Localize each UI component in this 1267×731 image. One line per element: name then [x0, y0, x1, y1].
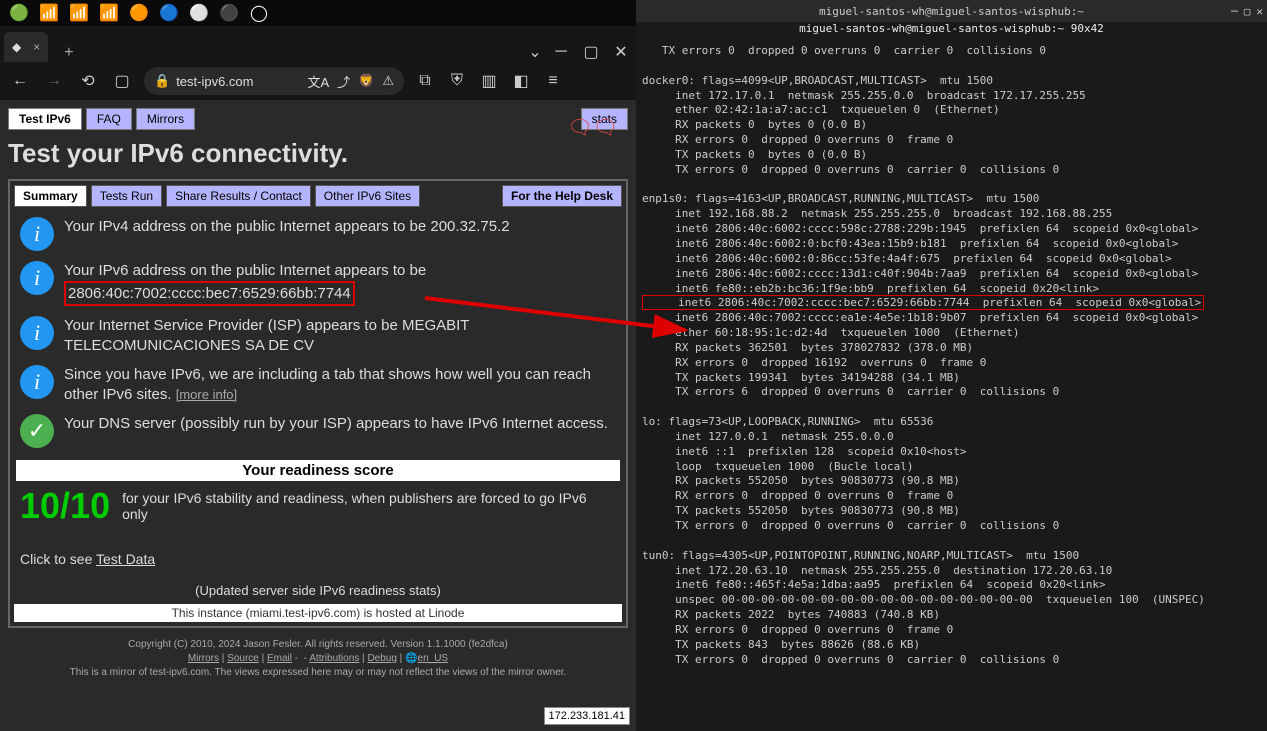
page-content: Test IPv6 FAQ Mirrors stats Test your IP…	[0, 100, 636, 688]
score-text: for your IPv6 stability and readiness, w…	[122, 490, 616, 522]
term-maximize[interactable]: ▢	[1244, 5, 1251, 18]
page-tab-mirrors[interactable]: Mirrors	[136, 108, 195, 130]
minimize-button[interactable]: ─	[550, 42, 572, 62]
browser-tabbar: ◆ × + ⌄ ─ ▢ ✕	[0, 26, 636, 62]
translate-icon[interactable]: 文A	[307, 72, 329, 91]
os-titlebar: 🟢 📶 📶 📶 🟠 🔵 ⚪ ⚫ ◯	[0, 0, 636, 26]
brave-icon[interactable]: 🦁	[358, 73, 374, 89]
test-data-link[interactable]: Test Data	[96, 551, 155, 567]
close-button[interactable]: ✕	[610, 42, 632, 62]
browser-toolbar: ← → ⟲ ▢ 🔒 test-ipv6.com 文A ⤴ 🦁 ⚠ ⧉ ⛨ ▥ ◧…	[0, 62, 636, 100]
footer-locale[interactable]: en_US	[418, 653, 449, 664]
sub-tab-tests[interactable]: Tests Run	[91, 185, 162, 207]
page-title: Test your IPv6 connectivity.	[8, 138, 628, 169]
app-icon-4[interactable]: 📶	[100, 4, 118, 22]
shield-icon[interactable]: ⛨	[446, 72, 468, 90]
sub-tab-help[interactable]: For the Help Desk	[502, 185, 622, 207]
bookmark-icon[interactable]: ▢	[110, 71, 134, 91]
app-icon-3[interactable]: 📶	[70, 4, 88, 22]
info-icon: i	[20, 261, 54, 295]
new-tab-button[interactable]: +	[56, 44, 81, 62]
ipv6-highlight-box: 2806:40c:7002:cccc:bec7:6529:66bb:7744	[64, 281, 355, 307]
terminal-titlebar: miguel-santos-wh@miguel-santos-wisphub:~…	[636, 0, 1267, 22]
check-icon: ✓	[20, 414, 54, 448]
reload-button[interactable]: ⟲	[76, 71, 100, 91]
terminal-output[interactable]: TX errors 0 dropped 0 overruns 0 carrier…	[636, 40, 1267, 671]
page-tab-faq[interactable]: FAQ	[86, 108, 132, 130]
browser-tab-active[interactable]: ◆ ×	[4, 32, 48, 62]
app-icon-6[interactable]: 🔵	[160, 4, 178, 22]
url-bar[interactable]: 🔒 test-ipv6.com 文A ⤴ 🦁 ⚠	[144, 67, 404, 95]
term-minimize[interactable]: ─	[1231, 5, 1238, 18]
ip-badge: 172.233.181.41	[544, 707, 630, 725]
app-icon-8[interactable]: ⚫	[220, 4, 238, 22]
terminal-path: miguel-santos-wh@miguel-santos-wisphub:~…	[636, 22, 1267, 40]
maximize-button[interactable]: ▢	[580, 42, 602, 62]
back-button[interactable]: ←	[8, 72, 32, 90]
terminal-title: miguel-santos-wh@miguel-santos-wisphub:~	[819, 5, 1084, 18]
browser-window: 🟢 📶 📶 📶 🟠 🔵 ⚪ ⚫ ◯ ◆ × + ⌄ ─ ▢ ✕ ← → ⟲ ▢ …	[0, 0, 636, 731]
page-footer: Copyright (C) 2010, 2024 Jason Fesler. A…	[8, 638, 628, 680]
ipv4-text: Your IPv4 address on the public Internet…	[64, 217, 510, 237]
lock-icon: 🔒	[154, 73, 170, 89]
terminal-highlight-line: inet6 2806:40c:7002:cccc:bec7:6529:66bb:…	[642, 295, 1204, 310]
hosted-text: This instance (miami.test-ipv6.com) is h…	[14, 604, 622, 622]
readiness-header: Your readiness score	[16, 460, 620, 481]
extension-icon-1[interactable]: ⧉	[414, 72, 436, 90]
info-icon: i	[20, 217, 54, 251]
term-close[interactable]: ✕	[1256, 5, 1263, 18]
app-icon-7[interactable]: ⚪	[190, 4, 208, 22]
footer-mirrors[interactable]: Mirrors	[188, 653, 219, 664]
app-icon-whatsapp[interactable]: 🟢	[10, 4, 28, 22]
share-icon[interactable]: ⤴	[337, 72, 350, 91]
tab-close-button[interactable]: ×	[33, 40, 40, 54]
updated-text: (Updated server side IPv6 readiness stat…	[14, 583, 622, 598]
isp-text: Your Internet Service Provider (ISP) app…	[64, 316, 616, 355]
menu-icon[interactable]: ≡	[542, 72, 564, 90]
language-icon[interactable]: 🗨🗨	[567, 115, 618, 140]
page-tab-test[interactable]: Test IPv6	[8, 108, 82, 130]
app-icon-5[interactable]: 🟠	[130, 4, 148, 22]
app-icon-github[interactable]: ◯	[250, 4, 268, 22]
footer-attributions[interactable]: Attributions	[309, 653, 359, 664]
dns-text: Your DNS server (possibly run by your IS…	[64, 414, 608, 434]
app-icon-2[interactable]: 📶	[40, 4, 58, 22]
url-text: test-ipv6.com	[176, 74, 253, 89]
sub-tab-share[interactable]: Share Results / Contact	[166, 185, 311, 207]
more-info-link[interactable]: [more info]	[176, 387, 237, 402]
footer-debug[interactable]: Debug	[367, 653, 396, 664]
dropdown-icon[interactable]: ⌄	[524, 42, 546, 62]
sidebar-icon[interactable]: ◧	[510, 71, 532, 91]
sub-tab-other[interactable]: Other IPv6 Sites	[315, 185, 420, 207]
info-icon: i	[20, 365, 54, 399]
forward-button[interactable]: →	[42, 72, 66, 90]
ipv6-text: Your IPv6 address on the public Internet…	[64, 261, 426, 306]
warning-icon[interactable]: ⚠	[382, 73, 394, 89]
tab-favicon: ◆	[12, 40, 21, 54]
tab-notice: Since you have IPv6, we are including a …	[64, 365, 616, 404]
sub-tab-summary[interactable]: Summary	[14, 185, 87, 207]
footer-source[interactable]: Source	[227, 653, 259, 664]
info-icon: i	[20, 316, 54, 350]
terminal-window: miguel-santos-wh@miguel-santos-wisphub:~…	[636, 0, 1267, 731]
click-test-line: Click to see Test Data	[20, 551, 616, 567]
wallet-icon[interactable]: ▥	[478, 71, 500, 91]
score-value: 10/10	[20, 485, 110, 527]
footer-email[interactable]: Email	[267, 653, 292, 664]
